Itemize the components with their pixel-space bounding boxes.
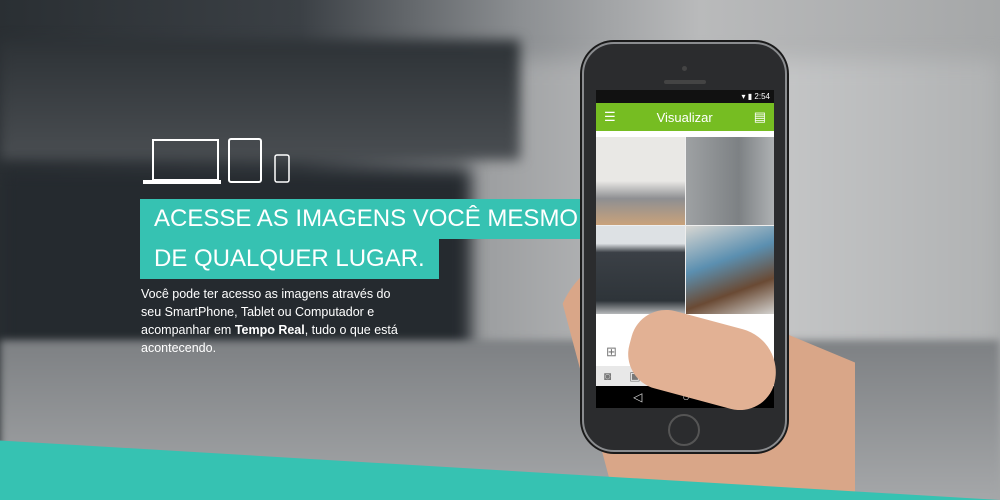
description-bold: Tempo Real	[234, 323, 305, 337]
grid-layout-icon[interactable]: ⊞	[606, 344, 617, 360]
menu-list-icon[interactable]: ☰	[604, 109, 616, 125]
front-camera	[682, 66, 687, 71]
status-bar: ▾ ▮ 2:54	[596, 90, 774, 103]
laptop-icon	[143, 139, 221, 184]
devices-icons	[143, 138, 290, 184]
camera-feed-facade[interactable]	[685, 137, 774, 225]
speaker	[664, 80, 706, 84]
headline: ACESSE AS IMAGENS VOCÊ MESMO, DE QUALQUE…	[140, 199, 597, 279]
camera-feed-garage[interactable]	[596, 226, 685, 314]
camera-grid	[596, 137, 774, 314]
tablet-icon	[228, 138, 262, 183]
description: Você pode ter acesso as imagens através …	[141, 285, 406, 357]
headline-line-2: DE QUALQUER LUGAR.	[140, 239, 439, 279]
smartphone-icon	[274, 154, 290, 183]
headline-line-1: ACESSE AS IMAGENS VOCÊ MESMO,	[140, 199, 597, 239]
layout-icon[interactable]: ▤	[754, 109, 766, 125]
camera-feed-living-room[interactable]	[596, 137, 685, 225]
app-title: Visualizar	[656, 109, 713, 125]
status-time: 2:54	[754, 92, 770, 101]
camera-feed-family[interactable]	[685, 226, 774, 314]
home-button[interactable]	[668, 414, 700, 446]
app-bar: ☰ Visualizar ▤	[596, 103, 774, 131]
back-icon[interactable]: ◁	[633, 390, 642, 404]
snapshot-camera-icon[interactable]: ◙	[604, 369, 611, 385]
